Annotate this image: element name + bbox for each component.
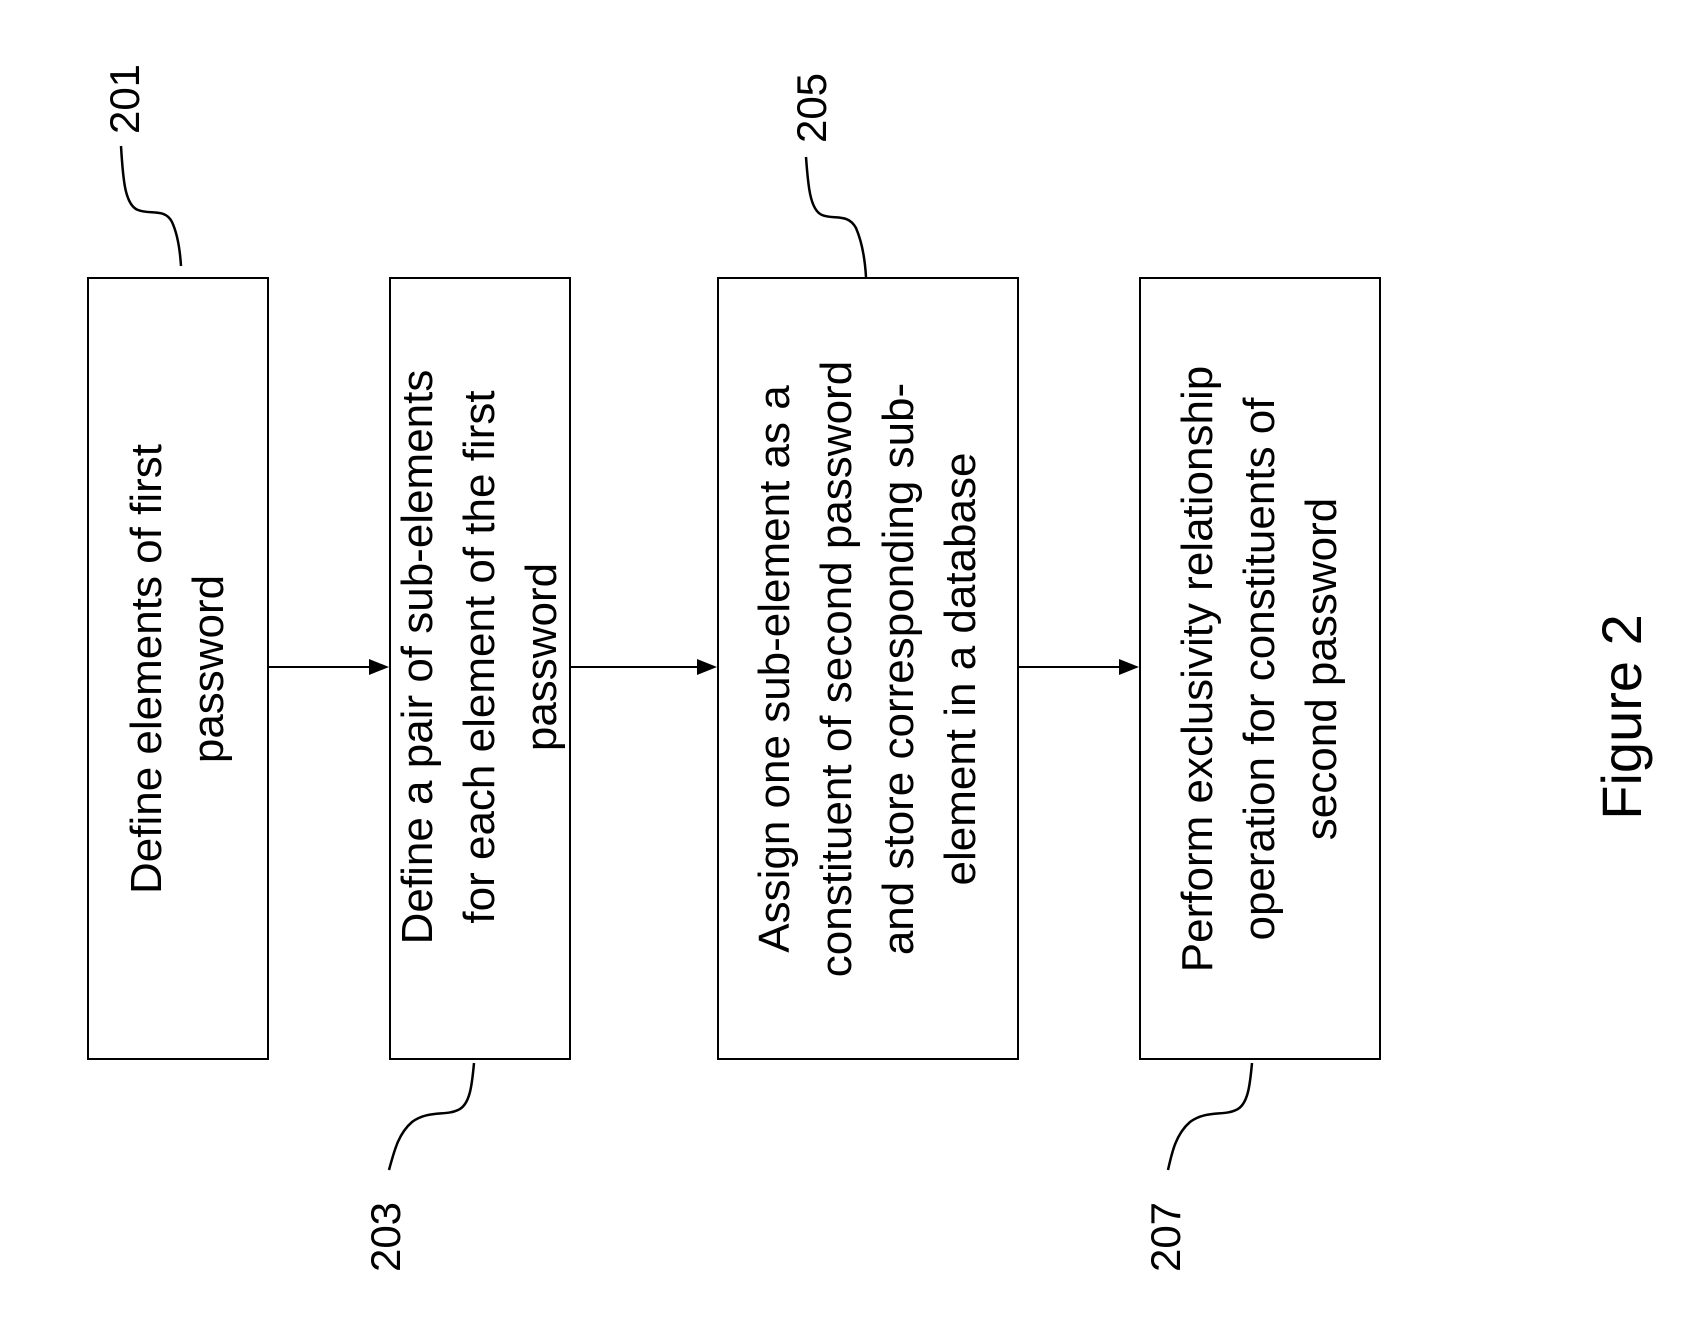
step-text-line: operation for constituents of [1235,397,1284,941]
patent-flowchart: Define elements of first password Define… [0,0,1693,1328]
arrowhead-icon [1119,659,1139,675]
arrowhead-icon [697,659,717,675]
leader-line-203 [387,1062,476,1171]
step-box-203: Define a pair of sub-elements for each e… [389,277,571,1060]
arrowhead-icon [369,659,389,675]
leader-line-201 [119,145,183,267]
arrow-205-to-207 [1018,659,1139,675]
reference-numeral-207: 207 [1142,1201,1189,1273]
step-text-line: element in a database [936,452,985,885]
reference-numeral-205: 205 [788,72,835,144]
figure-caption: Figure 2 [1590,614,1653,820]
reference-numeral-203: 203 [362,1201,409,1273]
step-text-line: Assign one sub-element as a [750,384,799,953]
arrow-201-to-203 [268,659,389,675]
step-text-203: Define a pair of sub-elements for each e… [387,369,573,944]
step-text-line: constituent of second password [812,360,861,977]
step-text-line: and store corresponding sub- [874,382,923,955]
leader-line-205 [804,156,868,278]
step-text-line: for each element of the first [455,389,504,924]
step-text-201: Define elements of first password [116,444,240,894]
step-text-line: Define elements of first [122,443,171,894]
step-box-205: Assign one sub-element as a constituent … [717,277,1019,1060]
arrow-203-to-205 [570,659,717,675]
step-text-205: Assign one sub-element as a constituent … [744,360,992,976]
step-text-line: Perform exclusivity relationship [1173,365,1222,972]
step-text-207: Perform exclusivity relationship operati… [1167,365,1353,971]
reference-numeral-201: 201 [101,63,148,135]
step-box-201: Define elements of first password [87,277,269,1060]
step-text-line: second password [1297,497,1346,840]
step-text-line: password [517,562,566,751]
step-box-207: Perform exclusivity relationship operati… [1139,277,1381,1060]
leader-line-207 [1166,1062,1254,1171]
step-text-line: Define a pair of sub-elements [393,369,442,944]
step-text-line: password [184,574,233,763]
